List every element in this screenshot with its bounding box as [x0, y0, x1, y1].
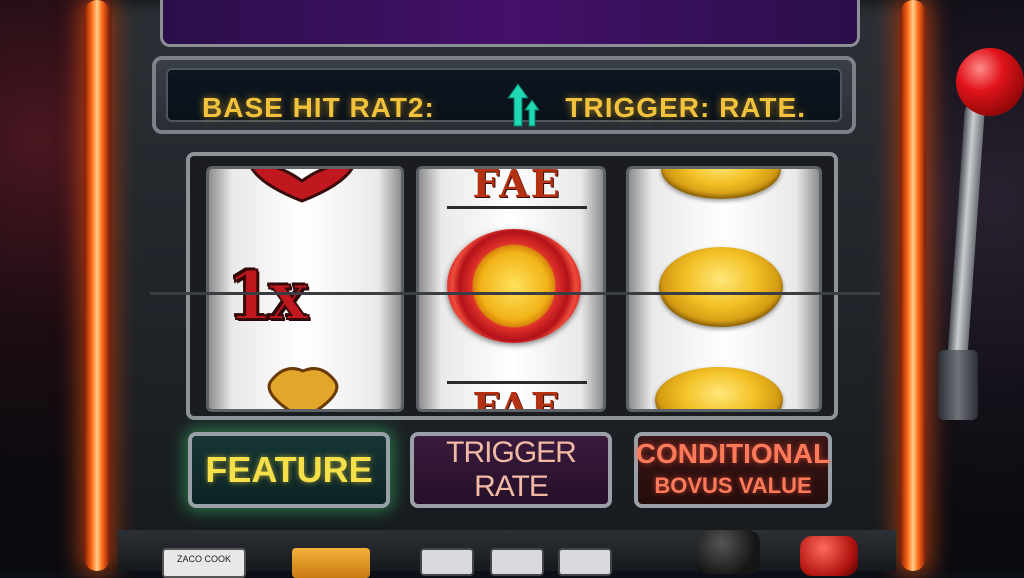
white-button-3[interactable]	[558, 548, 612, 576]
reel-window: 1x FAE FAE	[150, 152, 880, 420]
trigger-rate-button-label: TRIGGER RATE	[446, 436, 577, 503]
info-bar-screen: BASE HIT RAT2: TRIGGER: RATE.	[166, 68, 842, 127]
gold-coin-symbol-middle	[659, 247, 783, 327]
reel-1: 1x	[206, 166, 404, 412]
one-x-symbol: 1x	[226, 256, 309, 336]
neon-tube-left	[84, 0, 110, 571]
lever-knob[interactable]	[956, 48, 1024, 116]
marquee-display	[160, 0, 860, 47]
trigger-rate-button[interactable]: TRIGGER RATE	[410, 432, 612, 508]
conditional-label-line2: BOVUS VALUE	[654, 473, 812, 498]
conditional-label-line1: CONDITIONAL	[635, 438, 831, 469]
info-bar: BASE HIT RAT2: TRIGGER: RATE.	[152, 56, 856, 134]
feature-button[interactable]: FEATURE	[188, 432, 390, 508]
conditional-bonus-value-label: CONDITIONAL BOVUS VALUE	[636, 439, 830, 501]
gold-coin-symbol-bottom	[655, 367, 783, 409]
double-up-arrow-icon	[507, 83, 540, 127]
gold-coin-symbol-top	[661, 169, 781, 199]
white-button-1[interactable]	[420, 548, 474, 576]
gold-heart-symbol	[267, 367, 339, 409]
lever-base	[938, 350, 978, 420]
cook-button[interactable]: ZACO COOK	[162, 548, 246, 578]
conditional-bonus-value-button[interactable]: CONDITIONAL BOVUS VALUE	[634, 432, 832, 508]
red-spin-button[interactable]	[800, 536, 858, 576]
base-hit-rate-label: BASE HIT RAT2:	[202, 92, 435, 123]
black-round-button[interactable]	[696, 530, 760, 574]
fae-symbol-top: FAE	[447, 169, 587, 209]
orange-button[interactable]	[292, 548, 370, 578]
neon-tube-right	[900, 0, 926, 571]
trigger-rate-label: TRIGGER: RATE.	[565, 92, 806, 123]
payline	[150, 292, 880, 295]
feature-button-label: FEATURE	[205, 449, 373, 490]
red-gold-coin-symbol	[447, 229, 581, 343]
fae-symbol-bottom: FAE	[447, 381, 587, 409]
heart-symbol	[250, 169, 354, 203]
reel-2: FAE FAE	[416, 166, 606, 412]
reel-3	[626, 166, 822, 412]
white-button-2[interactable]	[490, 548, 544, 576]
